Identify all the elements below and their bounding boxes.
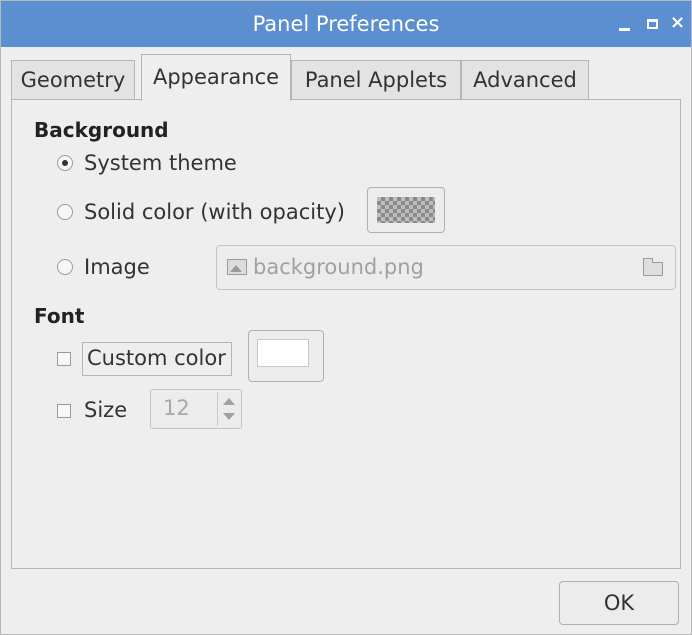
font-size-value: 12 bbox=[163, 396, 190, 420]
solid-color-picker-button[interactable] bbox=[367, 187, 445, 233]
custom-color-checkbox[interactable] bbox=[57, 352, 71, 366]
spinner-arrows bbox=[217, 392, 239, 426]
system-theme-radio[interactable] bbox=[57, 155, 73, 171]
maximize-icon bbox=[647, 19, 658, 29]
minimize-icon bbox=[619, 28, 630, 31]
folder-icon bbox=[643, 258, 663, 276]
image-radio[interactable] bbox=[57, 259, 73, 275]
spin-down-icon[interactable] bbox=[223, 413, 235, 420]
panel-preferences-window: Panel Preferences × Geometry Appearance … bbox=[0, 0, 692, 635]
spin-up-icon[interactable] bbox=[223, 398, 235, 405]
image-file-name: background.png bbox=[253, 255, 424, 279]
font-heading: Font bbox=[34, 304, 85, 328]
tab-appearance[interactable]: Appearance bbox=[141, 54, 291, 101]
custom-color-label-box[interactable]: Custom color bbox=[82, 342, 232, 376]
transparency-swatch bbox=[377, 197, 435, 223]
ok-button[interactable]: OK bbox=[559, 581, 679, 625]
solid-color-radio[interactable] bbox=[57, 204, 73, 220]
minimize-button[interactable] bbox=[619, 12, 630, 31]
window-title: Panel Preferences bbox=[252, 12, 440, 36]
tab-advanced[interactable]: Advanced bbox=[461, 60, 589, 100]
tab-geometry[interactable]: Geometry bbox=[11, 60, 135, 100]
maximize-button[interactable] bbox=[647, 11, 658, 29]
font-size-spinner[interactable]: 12 bbox=[150, 389, 242, 429]
font-color-swatch bbox=[257, 339, 309, 367]
image-label[interactable]: Image bbox=[84, 255, 150, 279]
solid-color-label[interactable]: Solid color (with opacity) bbox=[84, 200, 345, 224]
system-theme-label[interactable]: System theme bbox=[84, 151, 237, 175]
appearance-panel: Background System theme Solid color (wit… bbox=[11, 99, 681, 569]
title-bar[interactable]: Panel Preferences × bbox=[1, 1, 691, 47]
image-file-icon bbox=[227, 259, 247, 275]
size-label[interactable]: Size bbox=[84, 398, 127, 422]
close-icon: × bbox=[670, 12, 686, 33]
image-file-chooser[interactable]: background.png bbox=[216, 245, 676, 290]
close-button[interactable]: × bbox=[670, 11, 685, 35]
font-color-picker-button[interactable] bbox=[248, 330, 324, 382]
background-heading: Background bbox=[34, 118, 169, 142]
size-checkbox[interactable] bbox=[57, 404, 71, 418]
custom-color-label: Custom color bbox=[87, 346, 226, 370]
tab-panel-applets[interactable]: Panel Applets bbox=[291, 60, 461, 100]
